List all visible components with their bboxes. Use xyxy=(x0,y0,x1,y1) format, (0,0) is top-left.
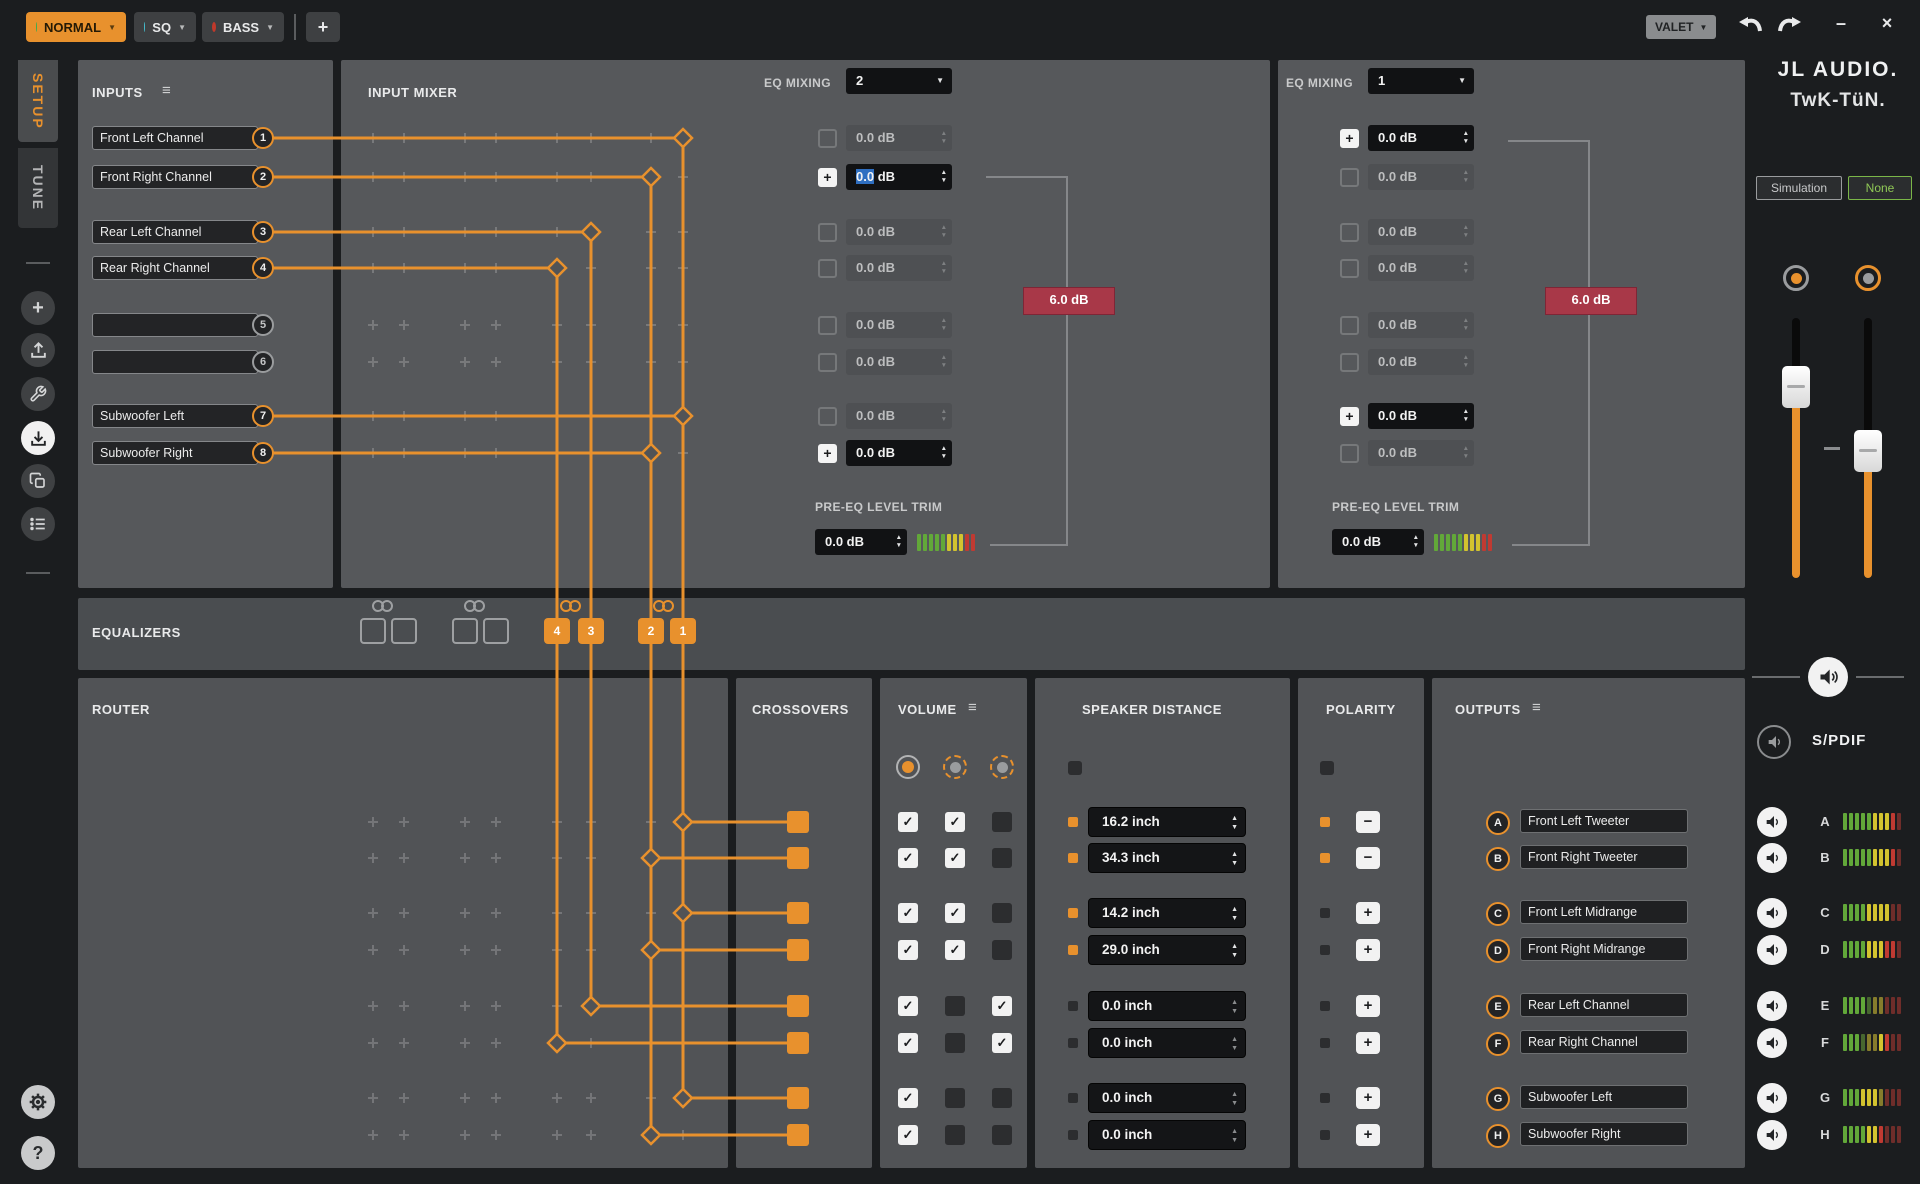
eq-gain-badge[interactable]: 6.0 dB xyxy=(1545,287,1637,315)
link-icon xyxy=(560,600,581,612)
crossover-node[interactable] xyxy=(787,1032,809,1054)
eq-band-4[interactable]: 4 xyxy=(544,618,570,644)
input-channel-number[interactable]: 4 xyxy=(252,257,274,279)
crossover-node[interactable] xyxy=(787,847,809,869)
input-channel-number[interactable]: 1 xyxy=(252,127,274,149)
link-icon xyxy=(464,600,485,612)
crossover-node[interactable] xyxy=(787,1124,809,1146)
eq-slot[interactable] xyxy=(391,618,417,644)
bracket-line xyxy=(1512,544,1590,546)
crossover-node[interactable] xyxy=(787,1087,809,1109)
eq-slot[interactable] xyxy=(360,618,386,644)
eq-slot[interactable] xyxy=(483,618,509,644)
link-icon xyxy=(372,600,393,612)
crossover-node[interactable] xyxy=(787,995,809,1017)
input-channel-number[interactable]: 8 xyxy=(252,442,274,464)
input-channel-number[interactable]: 3 xyxy=(252,221,274,243)
crossover-node[interactable] xyxy=(787,811,809,833)
link-icon xyxy=(653,600,674,612)
eq-band-1[interactable]: 1 xyxy=(670,618,696,644)
eq-band-2[interactable]: 2 xyxy=(638,618,664,644)
input-channel-number[interactable]: 5 xyxy=(252,314,274,336)
bracket-line xyxy=(1588,140,1590,546)
fader-handle-right[interactable] xyxy=(1854,430,1882,472)
crossover-node[interactable] xyxy=(787,939,809,961)
input-channel-number[interactable]: 2 xyxy=(252,166,274,188)
input-channel-number[interactable]: 6 xyxy=(252,351,274,373)
routing-wires xyxy=(272,127,792,1146)
eq-slot[interactable] xyxy=(452,618,478,644)
fader-handle-left[interactable] xyxy=(1782,366,1810,408)
bracket-line xyxy=(1066,176,1068,546)
crossover-node[interactable] xyxy=(787,902,809,924)
eq-gain-badge[interactable]: 6.0 dB xyxy=(1023,287,1115,315)
app-window: NORMAL ▼ SQ ▼ BASS ▼ + VALET ▼ – × SETUP… xyxy=(0,0,1920,1184)
bracket-line xyxy=(990,544,1068,546)
bracket-line xyxy=(1508,140,1590,142)
bracket-line xyxy=(986,176,1068,178)
eq-band-3[interactable]: 3 xyxy=(578,618,604,644)
input-channel-number[interactable]: 7 xyxy=(252,405,274,427)
